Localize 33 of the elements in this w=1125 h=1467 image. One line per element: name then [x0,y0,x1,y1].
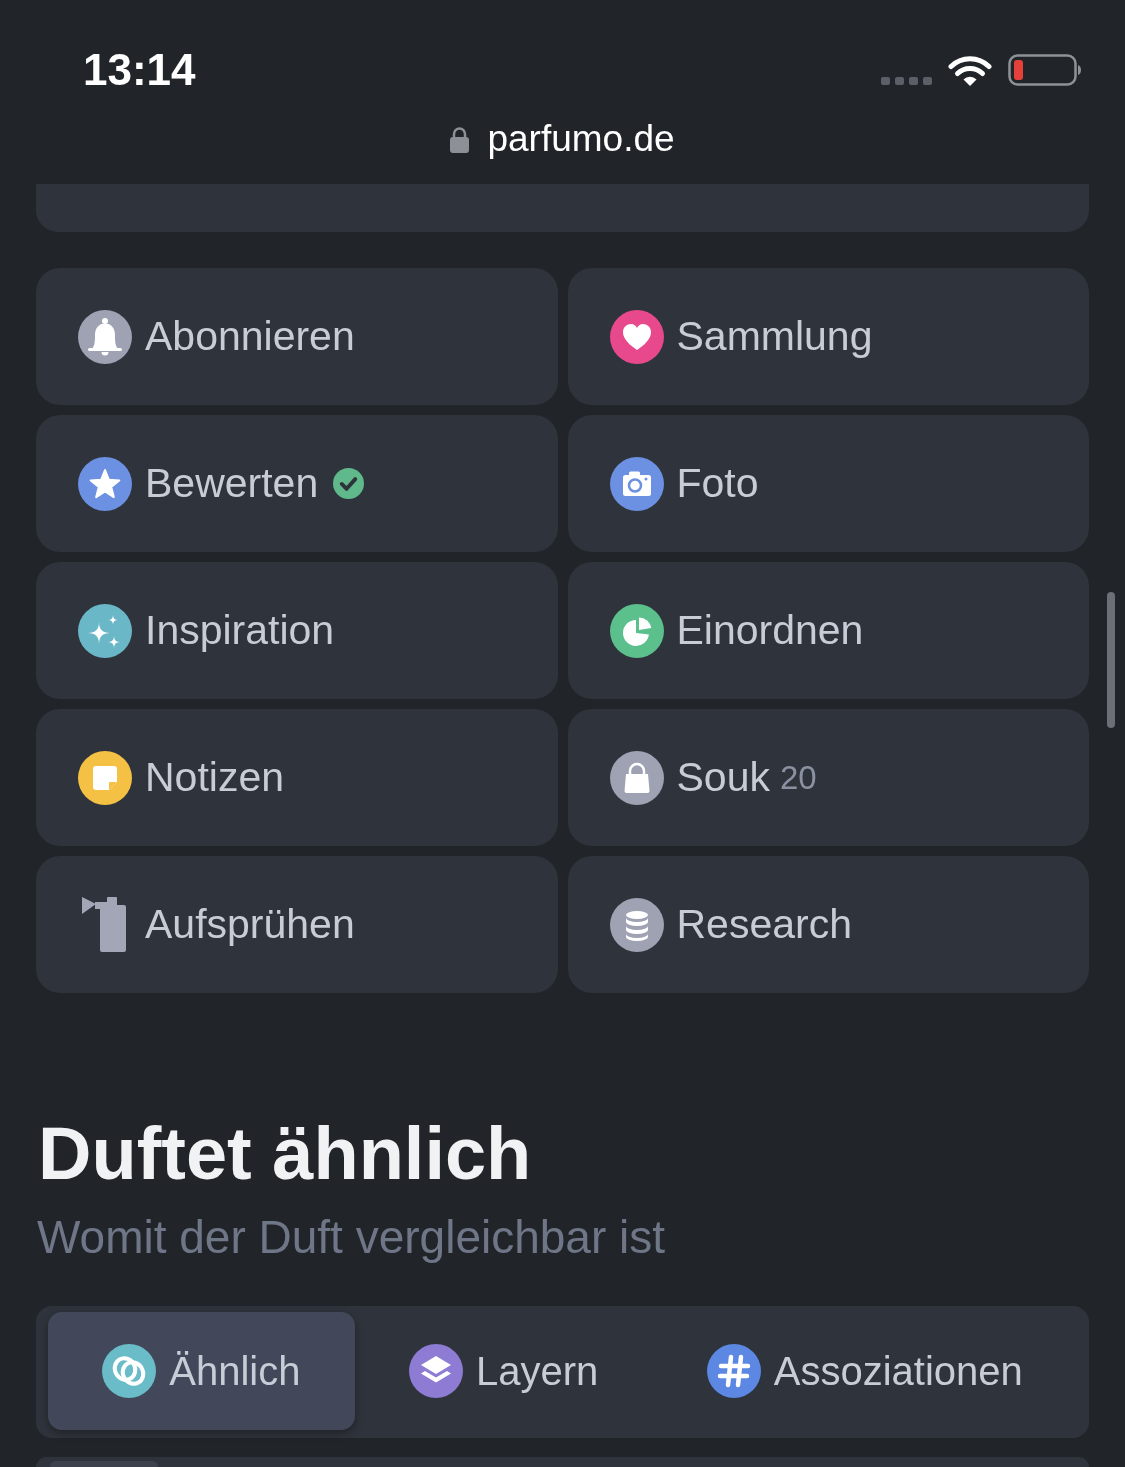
item-count: 20 [779,758,817,797]
sticky-note-icon [78,750,132,805]
action-button[interactable]: Abonnieren [36,268,558,405]
action-button[interactable]: Einordnen [567,562,1089,699]
action-button[interactable]: Sammlung [567,268,1089,405]
rings-icon [102,1344,157,1398]
action-button[interactable]: Foto [567,415,1089,552]
action-button[interactable]: Souk 20 [567,709,1089,846]
scrollbar[interactable] [1107,592,1115,728]
tab[interactable]: Layern [354,1312,653,1430]
lock-icon [450,125,470,153]
address-text[interactable]: parfumo.de [487,117,675,161]
tab[interactable]: Ähnlich [48,1312,355,1430]
pie-chart-icon [609,603,664,658]
wifi-icon [948,53,992,87]
action-button[interactable]: Bewerten [36,415,558,552]
sparkle-icon [78,603,132,658]
layers-icon [408,1344,463,1398]
bell-icon [78,309,132,364]
signal-icon [881,76,932,86]
database-icon [609,897,664,952]
shopping-bag-icon [609,750,664,805]
action-button[interactable]: Aufsprühen [36,856,558,993]
action-button[interactable]: Notizen [36,709,558,846]
action-button[interactable]: Inspiration [36,562,558,699]
section-title: Duftet ähnlich [38,1117,533,1191]
spray-bottle-icon [82,897,126,952]
tab[interactable]: Assoziationen [652,1312,1077,1430]
status-time: 13:14 [83,44,196,96]
action-button[interactable]: Research [567,856,1089,993]
camera-icon [609,456,664,511]
battery-icon [1008,54,1082,86]
hashtag-icon [706,1344,761,1398]
